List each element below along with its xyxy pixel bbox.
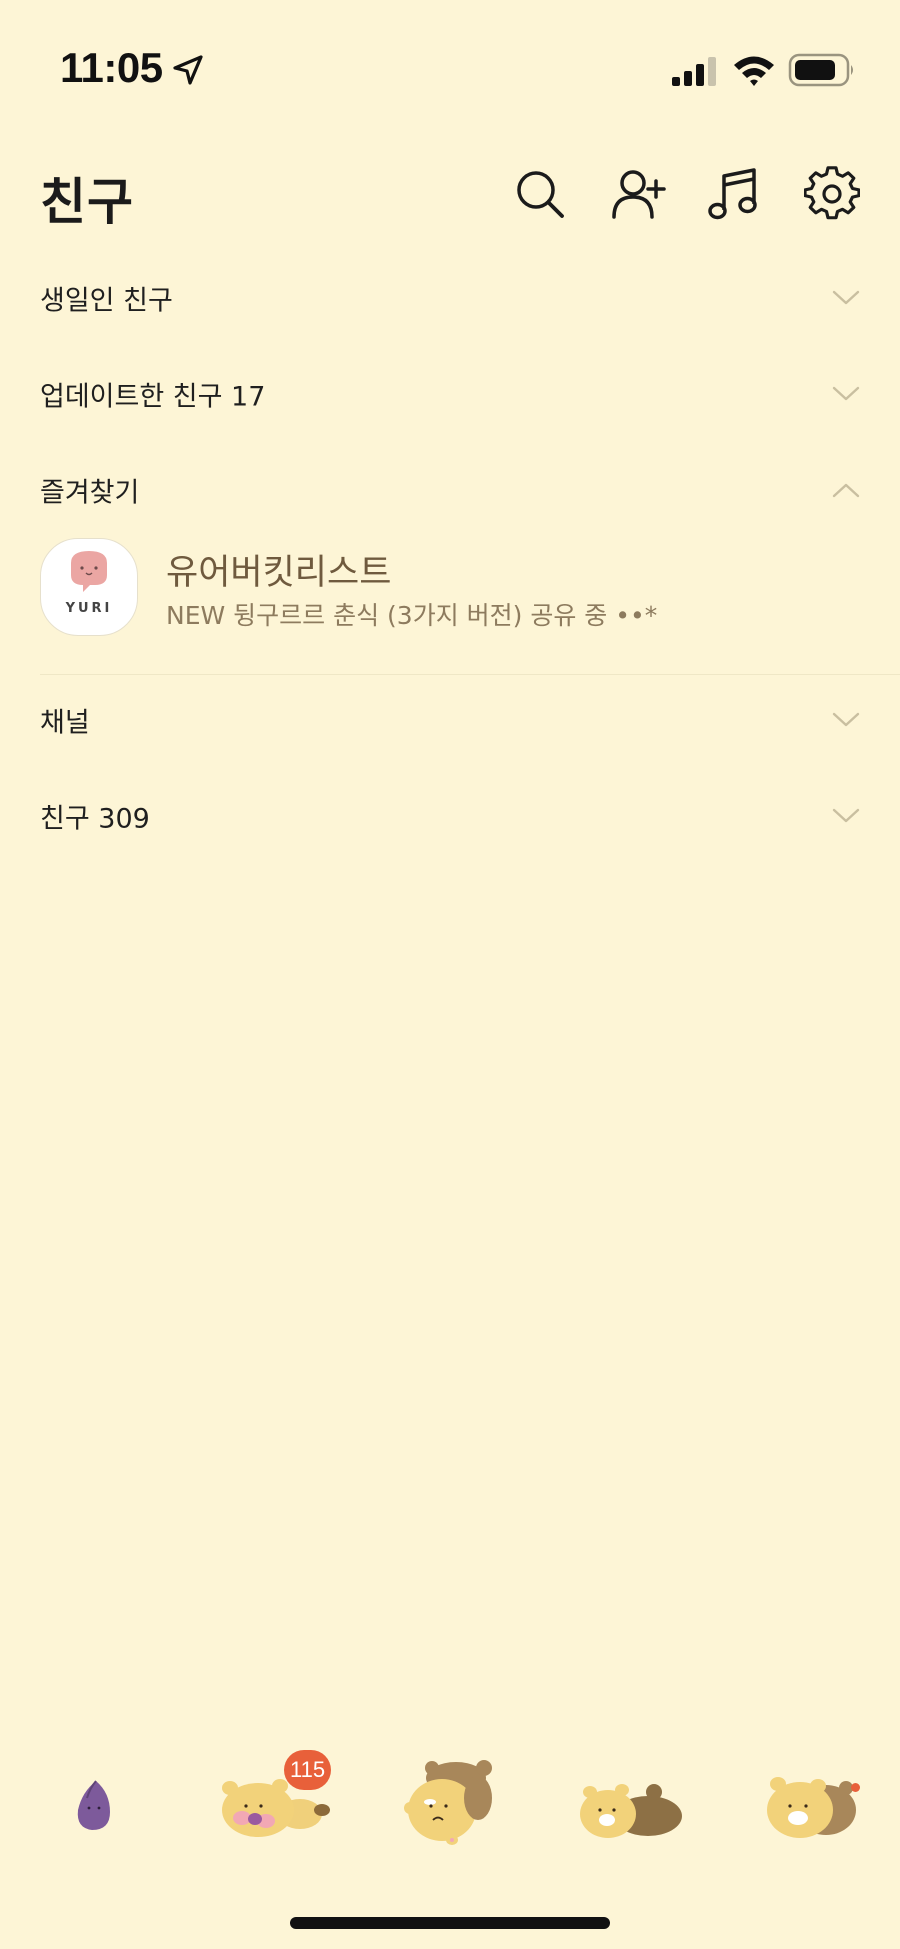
tab-more[interactable] [740, 1740, 880, 1870]
section-updated-friends[interactable]: 업데이트한 친구 17 [0, 354, 900, 434]
section-label: 업데이트한 친구 17 [40, 381, 266, 413]
friend-name: 유어버킷리스트 [166, 553, 392, 593]
chunsik-ryan-hood-icon [767, 1777, 856, 1838]
chevron-down-icon [832, 386, 860, 401]
new-notification-dot [851, 1783, 860, 1792]
chevron-down-icon [832, 290, 860, 305]
bottom-tab-bar: 115 [0, 1740, 900, 1870]
chevron-up-icon [832, 483, 860, 498]
chunsik-ryan-hug-icon [404, 1760, 492, 1845]
section-birthday-friends[interactable]: 생일인 친구 [0, 258, 900, 338]
tab-friends[interactable] [26, 1740, 166, 1870]
home-indicator [290, 1917, 610, 1929]
chevron-down-icon [832, 808, 860, 823]
tab-chats[interactable]: 115 [200, 1740, 340, 1870]
section-label: 채널 [40, 707, 90, 739]
avatar: YURI [40, 538, 138, 636]
cellular-signal-icon [672, 57, 716, 86]
section-label: 즐겨찾기 [40, 477, 140, 509]
search-icon [517, 171, 564, 218]
add-friend-button[interactable] [611, 166, 667, 222]
section-favorites[interactable]: 즐겨찾기 [0, 450, 900, 530]
section-label: 친구 309 [40, 803, 150, 835]
section-friends[interactable]: 친구 309 [0, 776, 900, 856]
add-friend-icon [612, 170, 666, 219]
status-bar: 11:05 [0, 0, 900, 140]
purple-sweet-potato-icon [77, 1780, 110, 1830]
battery-icon [788, 53, 853, 87]
settings-button[interactable] [803, 166, 861, 222]
status-time: 11:05 [60, 44, 163, 91]
music-button[interactable] [707, 166, 763, 222]
chevron-down-icon [832, 712, 860, 727]
search-button[interactable] [512, 166, 568, 222]
yuri-speech-bubble-logo: YURI [65, 551, 113, 616]
tab-shopping[interactable] [560, 1740, 700, 1870]
location-arrow-icon [173, 55, 203, 85]
music-icon [708, 168, 757, 220]
settings-icon [803, 166, 861, 220]
section-label: 생일인 친구 [40, 285, 173, 317]
page-title: 친구 [40, 173, 134, 231]
chunsik-lying-brown-blanket-icon [580, 1784, 682, 1838]
friend-status-message: NEW 뒹구르르 춘식 (3가지 버전) 공유 중 ••* [166, 601, 658, 630]
unread-badge: 115 [284, 1750, 332, 1790]
section-channels[interactable]: 채널 [0, 680, 900, 760]
svg-text:YURI: YURI [65, 601, 113, 616]
favorite-friend-item[interactable]: YURI 유어버킷리스트 NEW 뒹구르르 춘식 (3가지 버전) 공유 중 •… [0, 532, 900, 670]
divider [40, 674, 900, 675]
tab-view[interactable] [380, 1740, 520, 1870]
wifi-icon [734, 56, 774, 86]
